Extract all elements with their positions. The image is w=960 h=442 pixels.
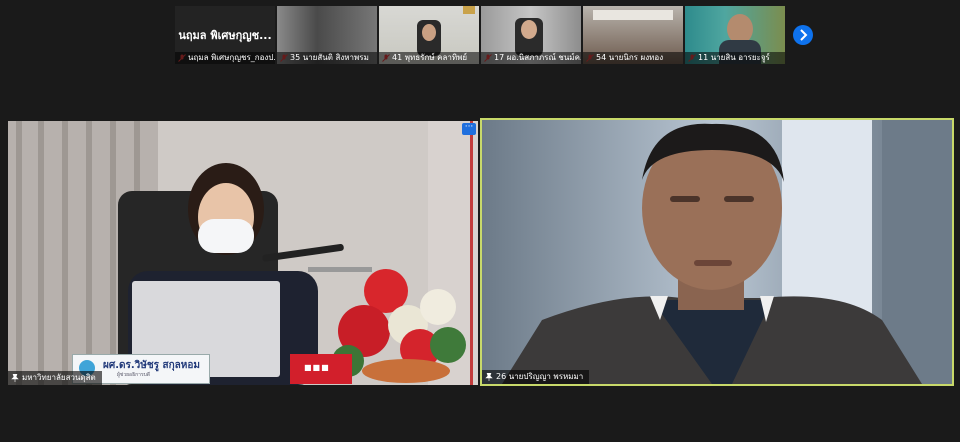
participant-thumbnail[interactable]: 17 ผอ.นิสภาภรณ์ ชนม์ค... (481, 6, 581, 64)
face-shape (521, 20, 537, 39)
chevron-right-icon (800, 29, 808, 41)
participant-thumbnail[interactable]: 11 นายสิน อารยะจูร์ (685, 6, 785, 64)
video-name-tag: มหาวิทยาลัยสวนดุสิต (8, 371, 102, 385)
wall-ac-unit (593, 10, 673, 20)
participant-label: 35 นายสันติ สิงหาพรม (277, 52, 377, 64)
participant-thumbnail[interactable]: 41 พุทธรักษ์ คลาทิพย์ (379, 6, 479, 64)
pin-icon (485, 373, 493, 381)
video-name-label: มหาวิทยาลัยสวนดุสิต (22, 373, 96, 382)
participant-thumbnail[interactable]: นฤมล พิเศษกุญช... นฤมล พิเศษกุญชร_กองป..… (175, 6, 275, 64)
main-video-left[interactable]: ผศ.ดร.วิษัชรู สกุลหอม ผู้ช่วยอธิการบดี ■… (8, 121, 478, 385)
participant-thumbnail[interactable]: 35 นายสันติ สิงหาพรม (277, 6, 377, 64)
main-video-right[interactable]: 26 นายปริญญา พรหมมา (480, 118, 954, 386)
pin-icon (11, 374, 19, 382)
participant-thumbnail[interactable]: 54 นายนิกร ผงทอง (583, 6, 683, 64)
participant-label: นฤมล พิเศษกุญชร_กองป... (175, 52, 275, 64)
more-options-button[interactable]: ··· (462, 123, 476, 135)
participant-label: 54 นายนิกร ผงทอง (583, 52, 683, 64)
participant-label: 41 พุทธรักษ์ คลาทิพย์ (379, 52, 479, 64)
participant-label: 11 นายสิน อารยะจูร์ (685, 52, 785, 64)
red-desk-sign: ■■■ (290, 354, 352, 384)
face-shape (422, 24, 436, 41)
video-feed (8, 121, 478, 385)
red-desk-sign-text: ■■■ (304, 363, 330, 372)
video-name-tag: 26 นายปริญญา พรหมมา (482, 370, 590, 384)
nameplate-title: ผู้ช่วยอธิการบดี (117, 372, 151, 378)
video-name-label: 26 นายปริญญา พรหมมา (496, 372, 584, 381)
participant-label: 17 ผอ.นิสภาภรณ์ ชนม์ค... (481, 52, 581, 64)
next-page-button[interactable] (793, 25, 813, 45)
video-feed (482, 120, 952, 384)
participant-display-name: นฤมล พิเศษกุญช... (178, 29, 272, 42)
wall-frame (463, 6, 475, 14)
